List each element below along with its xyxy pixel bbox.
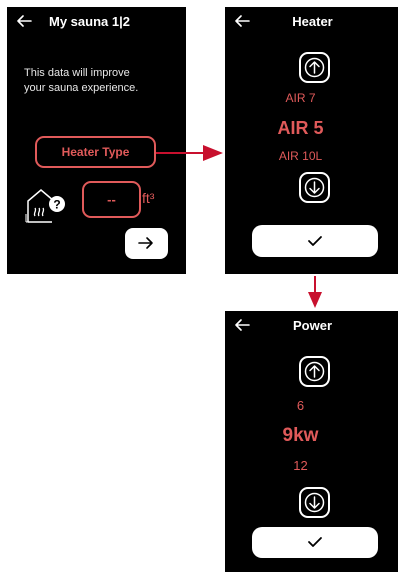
info-text: This data will improve your sauna experi… (24, 66, 184, 96)
option-previous[interactable]: 6 (213, 398, 388, 413)
scroll-up-button[interactable] (299, 52, 330, 83)
option-selected[interactable]: AIR 5 (213, 118, 388, 139)
page-title: Heater (292, 14, 333, 29)
page-title: Power (292, 318, 332, 333)
option-previous[interactable]: AIR 7 (213, 91, 388, 105)
scroll-down-button[interactable] (299, 487, 330, 518)
confirm-button[interactable] (252, 527, 378, 558)
option-next[interactable]: AIR 10L (213, 149, 388, 163)
next-button[interactable] (125, 228, 168, 259)
arrow-up-icon (304, 57, 325, 78)
sauna-help-icon[interactable]: ? (25, 184, 69, 224)
confirm-button[interactable] (252, 225, 378, 257)
flow-arrowhead-down-icon (308, 292, 322, 308)
flow-arrow-horizontal (156, 152, 206, 154)
info-line-2: your sauna experience. (24, 82, 139, 94)
arrow-down-icon (304, 177, 325, 198)
svg-text:?: ? (53, 198, 60, 212)
heater-screen: Heater AIR 7 AIR 5 AIR 10L (225, 7, 398, 274)
scroll-down-button[interactable] (299, 172, 330, 203)
volume-field[interactable]: -- (82, 181, 141, 218)
arrow-down-icon (304, 492, 325, 513)
option-next[interactable]: 12 (213, 458, 388, 473)
back-arrow-icon[interactable] (16, 15, 32, 27)
heater-type-button[interactable]: Heater Type (35, 136, 156, 168)
info-line-1: This data will improve (24, 67, 130, 79)
volume-unit: ft³ (142, 190, 155, 206)
my-sauna-screen: My sauna 1|2 This data will improve your… (7, 7, 186, 274)
next-arrow-icon (138, 237, 153, 249)
option-selected[interactable]: 9kw (213, 425, 388, 447)
checkmark-icon (308, 537, 322, 547)
scroll-up-button[interactable] (299, 356, 330, 387)
page-title: My sauna 1|2 (49, 14, 130, 29)
flow-arrowhead-right-icon (203, 145, 223, 161)
arrow-up-icon (304, 361, 325, 382)
checkmark-icon (308, 236, 322, 246)
power-screen: Power 6 9kw 12 (225, 311, 398, 572)
